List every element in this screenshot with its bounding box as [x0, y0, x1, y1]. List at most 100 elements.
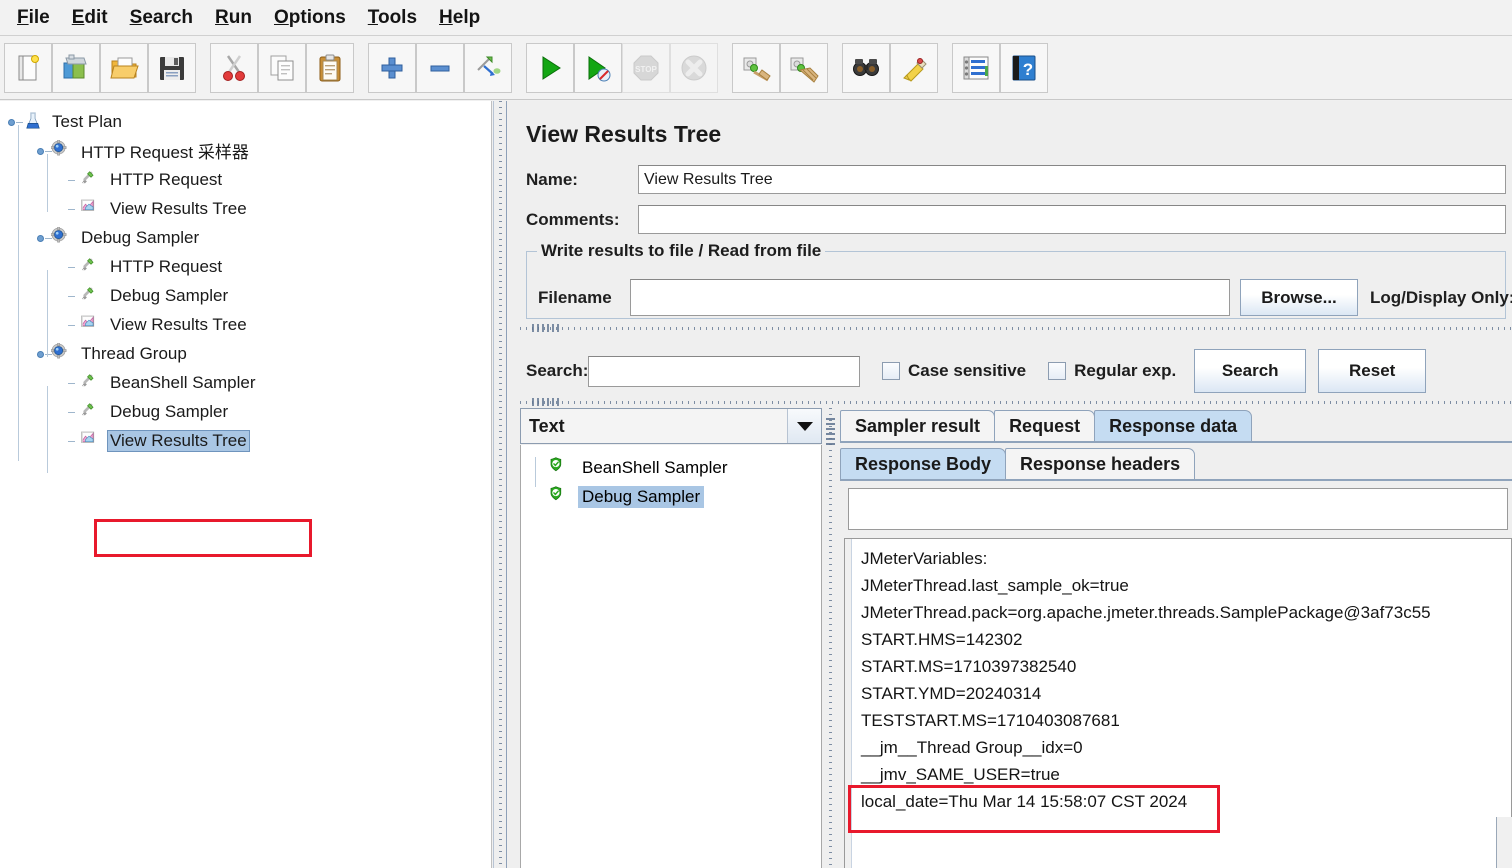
filename-input[interactable] [630, 279, 1230, 316]
new-button[interactable] [4, 42, 52, 93]
tab-response-data[interactable]: Response data [1094, 410, 1253, 442]
panel-vertical-scrollbar[interactable] [1496, 817, 1512, 868]
menu-tools[interactable]: Tools [357, 3, 428, 33]
menu-run[interactable]: Run [204, 3, 263, 33]
response-body-view[interactable]: JMeterVariables: JMeterThread.last_sample… [844, 538, 1512, 868]
templates-button[interactable] [52, 42, 100, 93]
tree-node-beanshell-sampler[interactable]: BeanShell Sampler [0, 368, 491, 397]
paste-icon [314, 52, 346, 84]
subtab-response-body[interactable]: Response Body [840, 448, 1007, 480]
collapse-icon [424, 52, 456, 84]
tab-request[interactable]: Request [994, 410, 1096, 442]
regular-exp-checkbox[interactable] [1048, 362, 1067, 380]
comments-input[interactable] [638, 205, 1506, 234]
split-grip [499, 101, 502, 868]
toolbar-group-1 [4, 42, 196, 93]
renderer-selected-value: Text [529, 415, 565, 436]
test-plan-tree[interactable]: Test Plan HTTP Request 采样器 HTTP Request Vie… [0, 101, 491, 473]
splitter-middle[interactable] [520, 397, 1512, 407]
tree-node-label: Thread Group [81, 343, 187, 363]
tree-node-label: Debug Sampler [81, 227, 200, 247]
tree-expander-icon[interactable] [37, 347, 52, 361]
tree-node-thread-group[interactable]: Thread Group [0, 339, 491, 368]
search-input[interactable] [588, 355, 860, 387]
tree-node-debug-sampler-3[interactable]: Debug Sampler [0, 397, 491, 426]
expand-button[interactable] [368, 42, 416, 93]
response-search-input[interactable] [848, 488, 1508, 530]
menu-mnemonic: R [215, 6, 229, 28]
clear-button[interactable] [732, 42, 780, 93]
menu-bar: File Edit Search Run Options Tools Help [0, 0, 1512, 36]
collapse-button[interactable] [416, 42, 464, 93]
tab-sampler-result[interactable]: Sampler result [840, 410, 996, 442]
case-sensitive-checkbox[interactable] [882, 362, 900, 380]
tree-expander-icon[interactable] [37, 144, 52, 158]
result-item-debug-sampler[interactable]: Debug Sampler [521, 482, 821, 511]
open-icon [108, 52, 140, 84]
tree-node-http-request-1[interactable]: HTTP Request [0, 165, 491, 194]
response-line: __jmv_SAME_USER=true [861, 765, 1060, 784]
regular-exp-checkbox-group[interactable]: Regular exp. [1048, 361, 1176, 381]
menu-edit[interactable]: Edit [61, 3, 119, 33]
search-bar: Search: Case sensitive Regular exp. Sear… [526, 349, 1427, 393]
result-item-beanshell-sampler[interactable]: BeanShell Sampler [521, 453, 821, 482]
main-split-divider[interactable] [493, 101, 507, 868]
splitter-top[interactable] [520, 323, 1512, 333]
menu-options[interactable]: Options [263, 3, 357, 33]
listener-config-panel: View Results Tree Name: Comments: Write … [508, 101, 1512, 868]
sample-result-list[interactable]: BeanShell Sampler Debug Sampler [520, 445, 822, 868]
tree-node-http-request-sampler-group[interactable]: HTTP Request 采样器 [0, 136, 491, 165]
case-sensitive-checkbox-group[interactable]: Case sensitive [882, 361, 1026, 381]
menu-help[interactable]: Help [428, 3, 491, 33]
listener-icon [80, 198, 102, 220]
response-line-highlighted: local_date=Thu Mar 14 15:58:07 CST 2024 [861, 792, 1188, 811]
tree-line-group-2 [47, 270, 48, 357]
toggle-button[interactable] [464, 42, 512, 93]
menu-mnemonic: O [273, 6, 289, 28]
menu-file[interactable]: File [6, 3, 61, 33]
start-no-pauses-button[interactable] [574, 42, 622, 93]
write-results-group-title: Write results to file / Read from file [537, 241, 826, 261]
save-button[interactable] [148, 42, 196, 93]
splitter-grip [532, 324, 562, 332]
main-tab-row[interactable]: Sampler result Request Response data [840, 408, 1253, 442]
tree-node-debug-sampler-2[interactable]: Debug Sampler [0, 281, 491, 310]
name-input[interactable] [638, 165, 1506, 194]
tree-node-view-results-tree-3[interactable]: View Results Tree [0, 426, 491, 455]
subtab-response-headers[interactable]: Response headers [1005, 448, 1196, 480]
tree-node-view-results-tree-2[interactable]: View Results Tree [0, 310, 491, 339]
clear-all-button[interactable] [780, 42, 828, 93]
splitter-grip-2 [532, 398, 562, 406]
reset-button[interactable]: Reset [1318, 349, 1427, 393]
start-button[interactable] [526, 42, 574, 93]
toolbar-separator [938, 36, 952, 99]
page-title: View Results Tree [526, 121, 722, 147]
toolbar-group-2 [210, 42, 354, 93]
sub-tab-row[interactable]: Response Body Response headers [840, 446, 1196, 480]
help-button[interactable]: ? [1000, 42, 1048, 93]
search-button[interactable]: Search [1194, 349, 1307, 393]
search-reset-button[interactable] [890, 42, 938, 93]
function-helper-button[interactable] [952, 42, 1000, 93]
menu-search[interactable]: Search [119, 3, 204, 33]
success-shield-icon [549, 457, 570, 478]
results-split-divider[interactable] [824, 408, 838, 868]
browse-button[interactable]: Browse... [1240, 279, 1358, 316]
open-button[interactable] [100, 42, 148, 93]
cut-button[interactable] [210, 42, 258, 93]
copy-button[interactable] [258, 42, 306, 93]
tree-node-view-results-tree-1[interactable]: View Results Tree [0, 194, 491, 223]
stop-icon: STOP [630, 52, 662, 84]
filename-row: Filename Browse... Log/Display Only: [538, 279, 1512, 316]
response-line: START.HMS=142302 [861, 630, 1023, 649]
tree-expander-icon[interactable] [37, 231, 52, 245]
renderer-dropdown-button[interactable] [787, 409, 821, 443]
test-plan-tree-panel[interactable]: Test Plan HTTP Request 采样器 HTTP Request Vie… [0, 101, 492, 868]
tree-node-debug-sampler-group[interactable]: Debug Sampler [0, 223, 491, 252]
renderer-combobox[interactable]: Text [520, 408, 822, 444]
search-button[interactable] [842, 42, 890, 93]
tree-node-http-request-2[interactable]: HTTP Request [0, 252, 491, 281]
tree-expander-icon[interactable] [8, 115, 23, 129]
paste-button[interactable] [306, 42, 354, 93]
tree-node-test-plan[interactable]: Test Plan [0, 107, 491, 136]
